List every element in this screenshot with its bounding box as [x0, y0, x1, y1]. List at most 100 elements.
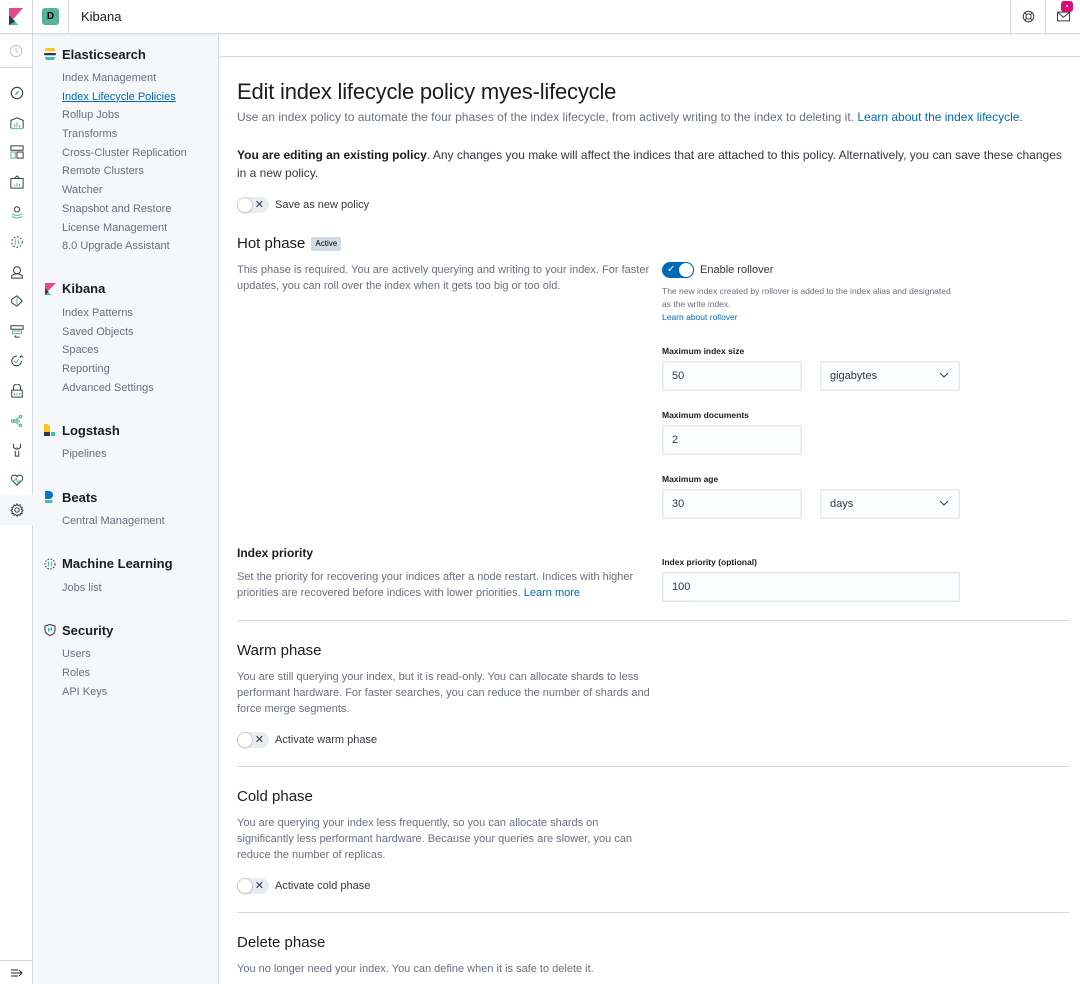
- rail-siem[interactable]: [0, 376, 33, 406]
- hot-phase-title: Hot phase Active: [237, 235, 342, 252]
- nav-item-saved-objects[interactable]: Saved Objects: [33, 323, 218, 342]
- save-as-new-label: Save as new policy: [275, 199, 370, 211]
- nav-item-central-management[interactable]: Central Management: [33, 512, 218, 531]
- max-age-label: Maximum age: [662, 474, 719, 484]
- clock-icon: [9, 44, 23, 57]
- rail-dev-tools[interactable]: [0, 436, 33, 466]
- graph-app-icon: [10, 414, 22, 427]
- x-icon: ✕: [254, 880, 264, 892]
- learn-about-rollover-link[interactable]: Learn about rollover: [662, 312, 738, 322]
- x-icon: ✕: [254, 199, 264, 211]
- heartbeat-icon: [10, 474, 23, 487]
- elasticsearch-logo-icon: [44, 48, 56, 60]
- rail-graph[interactable]: [0, 406, 33, 436]
- activate-warm-phase-switch[interactable]: ✕: [237, 732, 269, 748]
- rail-dashboard[interactable]: [0, 138, 33, 168]
- chevron-down-icon: [939, 500, 949, 506]
- divider: [237, 766, 1069, 767]
- nav-item-transforms[interactable]: Transforms: [33, 125, 218, 144]
- rail-maps[interactable]: [0, 197, 33, 227]
- hot-phase-description: This phase is required. You are actively…: [237, 264, 650, 292]
- save-as-new-switch[interactable]: ✕: [237, 197, 269, 213]
- nav-item-spaces[interactable]: Spaces: [33, 341, 218, 360]
- nav-item-pipelines[interactable]: Pipelines: [33, 445, 218, 464]
- index-priority-description: Set the priority for recovering your ind…: [237, 571, 634, 599]
- nav-group-beats: Beats Central Management: [33, 488, 218, 531]
- gear-icon: [9, 503, 24, 517]
- activate-cold-phase-label: Activate cold phase: [275, 880, 371, 892]
- management-sidenav: Elasticsearch Index Management Index Lif…: [33, 34, 219, 984]
- nav-item-cross-cluster-replication[interactable]: Cross-Cluster Replication: [33, 144, 218, 163]
- nav-item-users[interactable]: Users: [33, 645, 218, 664]
- editing-callout: You are editing an existing policy. Any …: [237, 148, 1062, 180]
- rail-logs[interactable]: [0, 287, 33, 317]
- chevron-down-icon: [939, 372, 949, 378]
- nav-item-jobs-list[interactable]: Jobs list: [33, 579, 218, 598]
- rail-uptime[interactable]: [0, 346, 33, 376]
- rail-canvas[interactable]: [0, 167, 33, 197]
- nav-item-license-management[interactable]: License Management: [33, 219, 218, 238]
- max-age-unit-select[interactable]: days: [820, 489, 960, 519]
- compass-icon: [10, 86, 23, 100]
- enable-rollover-row: ✓ Enable rollover: [662, 262, 773, 278]
- logstash-logo-icon: [44, 424, 56, 437]
- nav-item-index-patterns[interactable]: Index Patterns: [33, 304, 218, 323]
- nav-item-index-management[interactable]: Index Management: [33, 69, 218, 88]
- recently-viewed-button[interactable]: [0, 34, 32, 68]
- nav-group-title: Logstash: [62, 422, 120, 438]
- index-priority-label: Index priority (optional): [662, 557, 757, 567]
- nav-item-watcher[interactable]: Watcher: [33, 181, 218, 200]
- rail-metrics[interactable]: [0, 257, 33, 287]
- warm-phase-description: You are still querying your index, but i…: [237, 671, 650, 715]
- logs-app-icon: [10, 295, 23, 308]
- activate-warm-row: ✕ Activate warm phase: [237, 732, 377, 748]
- main-panel: Edit index lifecycle policy myes-lifecyc…: [218, 56, 1080, 984]
- activate-cold-row: ✕ Activate cold phase: [237, 878, 370, 894]
- lock-app-icon: [10, 383, 23, 398]
- activate-cold-phase-switch[interactable]: ✕: [237, 878, 269, 894]
- rail-monitoring[interactable]: [0, 465, 33, 495]
- nav-item-advanced-settings[interactable]: Advanced Settings: [33, 379, 218, 398]
- news-feed-button[interactable]: [1045, 0, 1080, 33]
- divider: [237, 912, 1069, 913]
- nav-item-api-keys[interactable]: API Keys: [33, 683, 218, 702]
- rail-apm[interactable]: [0, 316, 33, 346]
- space-selector[interactable]: D: [33, 0, 69, 33]
- max-documents-input[interactable]: 2: [662, 425, 802, 455]
- rail-machine-learning[interactable]: [0, 227, 33, 257]
- max-index-size-unit-select[interactable]: gigabytes: [820, 361, 960, 391]
- nav-item-remote-clusters[interactable]: Remote Clusters: [33, 162, 218, 181]
- nav-group-logstash: Logstash Pipelines: [33, 421, 218, 464]
- dock-arrow-icon: [10, 968, 23, 977]
- index-priority-learn-more-link[interactable]: Learn more: [524, 587, 580, 599]
- cold-phase-title: Cold phase: [237, 788, 313, 805]
- app-title: Kibana: [81, 9, 122, 24]
- max-age-input[interactable]: 30: [662, 489, 802, 519]
- nav-item-roles[interactable]: Roles: [33, 664, 218, 683]
- space-avatar: D: [42, 8, 59, 25]
- rail-discover[interactable]: [0, 78, 33, 108]
- nav-item-reporting[interactable]: Reporting: [33, 360, 218, 379]
- max-index-size-input[interactable]: 50: [662, 361, 802, 391]
- help-lifebuoy-icon: [1022, 10, 1034, 23]
- nav-item-upgrade-assistant[interactable]: 8.0 Upgrade Assistant: [33, 237, 218, 256]
- rail-management[interactable]: [0, 495, 33, 525]
- help-button[interactable]: [1010, 0, 1045, 33]
- nav-item-rollup-jobs[interactable]: Rollup Jobs: [33, 106, 218, 125]
- index-priority-input[interactable]: 100: [662, 572, 960, 602]
- enable-rollover-switch[interactable]: ✓: [662, 262, 694, 278]
- dock-navigation-button[interactable]: [0, 960, 33, 984]
- rail-visualize[interactable]: [0, 108, 33, 138]
- maps-app-icon: [10, 206, 23, 219]
- kibana-home-logo[interactable]: [0, 0, 33, 33]
- dashboard-app-icon: [9, 145, 24, 160]
- canvas-app-icon: [9, 175, 24, 189]
- kibana-logo-icon: [9, 8, 23, 25]
- security-shield-icon: [44, 624, 56, 637]
- nav-item-index-lifecycle-policies[interactable]: Index Lifecycle Policies: [33, 88, 218, 107]
- machine-learning-icon: [44, 558, 56, 570]
- wrench-icon: [12, 444, 21, 458]
- learn-index-lifecycle-link[interactable]: Learn about the index lifecycle.: [857, 110, 1022, 124]
- nav-item-snapshot-restore[interactable]: Snapshot and Restore: [33, 200, 218, 219]
- page-title: Edit index lifecycle policy myes-lifecyc…: [237, 79, 617, 104]
